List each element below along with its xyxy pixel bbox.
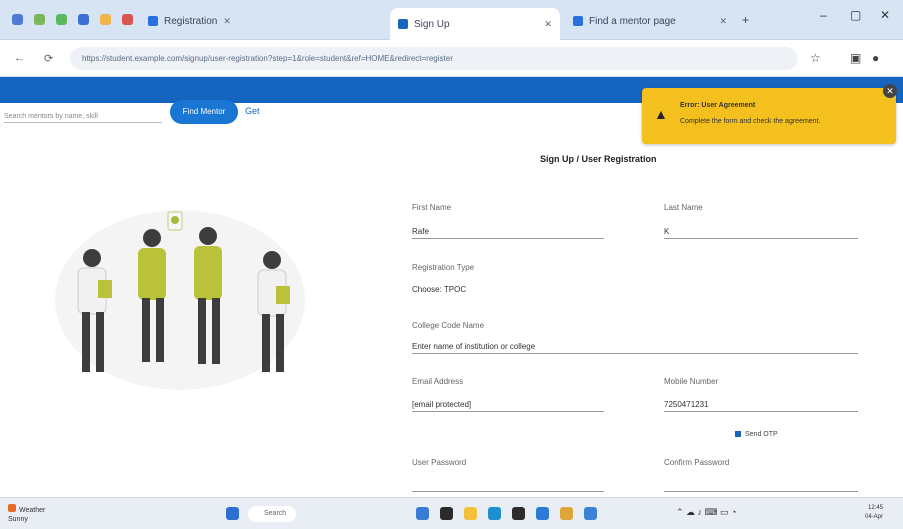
tab-icon[interactable] xyxy=(56,14,67,25)
app-icon[interactable] xyxy=(12,14,23,25)
mobile-field[interactable]: 7250471231 xyxy=(664,398,858,412)
minimize-button[interactable]: – xyxy=(820,8,827,22)
chrome-icon[interactable] xyxy=(560,507,573,520)
maximize-button[interactable]: ▢ xyxy=(850,8,861,22)
weather-icon xyxy=(8,504,16,512)
password-label: User Password xyxy=(412,458,467,467)
first-name-label: First Name xyxy=(412,203,452,212)
address-bar: ← ⟳ https://student.example.com/signup/u… xyxy=(0,40,903,77)
last-name-label: Last Name xyxy=(664,203,703,212)
close-icon[interactable]: ✕ xyxy=(544,19,552,30)
tab-favicon-icon xyxy=(573,16,583,26)
new-tab-button[interactable]: + xyxy=(742,13,749,27)
password-field[interactable] xyxy=(412,478,604,492)
clock-date: 04-Apr xyxy=(865,514,884,520)
taskbar: Weather Sunny Search ⌃ ☁ ♪ ⌨ ▭ ◔ 12:45 0… xyxy=(0,497,903,529)
mentor-search-input[interactable]: Search mentors by name, skill xyxy=(4,111,162,123)
clock-time: 12:45 xyxy=(868,505,884,511)
tab-icon[interactable] xyxy=(122,14,133,25)
toast-close-button[interactable]: ✕ xyxy=(883,84,897,98)
app-icon[interactable] xyxy=(536,507,549,520)
tab-favicon-icon xyxy=(148,16,158,26)
tab-registration[interactable]: Registration ✕ xyxy=(140,6,290,36)
system-tray-icons[interactable]: ⌃ ☁ ♪ ⌨ ▭ ◔ xyxy=(676,507,736,518)
send-otp-label: Send OTP xyxy=(745,431,778,438)
extensions-icon[interactable]: ▣ xyxy=(850,51,861,65)
college-label: College Code Name xyxy=(412,321,485,330)
start-icon[interactable] xyxy=(226,507,239,520)
confirm-password-label: Confirm Password xyxy=(664,458,730,467)
email-field[interactable]: [email protected] xyxy=(412,398,604,412)
college-field[interactable]: Enter name of institution or college xyxy=(412,340,858,354)
get-link[interactable]: Get xyxy=(245,106,260,116)
toast-message: Complete the form and check the agreemen… xyxy=(680,118,821,125)
browser-tabbar: Registration ✕ Sign Up ✕ Find a mentor p… xyxy=(0,0,903,40)
close-icon[interactable]: ✕ xyxy=(223,16,231,27)
taskbar-clock[interactable]: 12:45 04-Apr xyxy=(865,504,883,522)
tab-label: Sign Up xyxy=(414,18,450,30)
warning-toast: ▲ Error: User Agreement Complete the for… xyxy=(642,88,896,144)
send-otp-checkbox[interactable]: Send OTP xyxy=(735,431,778,438)
app-icon[interactable] xyxy=(512,507,525,520)
registration-type-select[interactable]: Choose: TPOC xyxy=(412,283,858,297)
email-label: Email Address xyxy=(412,377,464,386)
confirm-password-field[interactable] xyxy=(664,478,858,492)
first-name-field[interactable]: Rafe xyxy=(412,225,604,239)
workspace-icon[interactable] xyxy=(34,14,45,25)
back-icon[interactable]: ← xyxy=(14,52,25,64)
weather-title: Weather xyxy=(19,507,46,514)
tab-sign-up[interactable]: Sign Up ✕ xyxy=(390,8,560,40)
team-illustration xyxy=(55,210,305,390)
warning-icon: ▲ xyxy=(654,106,668,122)
last-name-field[interactable]: K xyxy=(664,225,858,239)
tab-label: Registration xyxy=(164,15,218,27)
tab-label: Find a mentor page xyxy=(589,15,676,27)
weather-status: Sunny xyxy=(8,516,28,523)
checkbox-icon xyxy=(735,431,741,438)
close-icon[interactable]: ✕ xyxy=(719,16,727,27)
find-mentor-button[interactable]: Find Mentor xyxy=(170,100,238,124)
form-title: Sign Up / User Registration xyxy=(540,154,657,164)
tab-icon[interactable] xyxy=(78,14,89,25)
app-icon[interactable] xyxy=(416,507,429,520)
edge-icon[interactable] xyxy=(488,507,501,520)
toast-title: Error: User Agreement xyxy=(680,102,756,109)
reload-icon[interactable]: ⟳ xyxy=(44,52,53,65)
tab-favicon-icon xyxy=(398,19,408,29)
bookmark-star-icon[interactable]: ☆ xyxy=(810,51,821,65)
tab-find-mentor[interactable]: Find a mentor page ✕ xyxy=(565,6,735,36)
registration-type-label: Registration Type xyxy=(412,263,475,272)
close-window-button[interactable]: ✕ xyxy=(880,8,890,22)
taskbar-search[interactable]: Search xyxy=(248,506,296,522)
mobile-label: Mobile Number xyxy=(664,377,719,386)
folder-icon[interactable] xyxy=(464,507,477,520)
weather-widget[interactable]: Weather Sunny xyxy=(8,504,45,524)
url-input[interactable]: https://student.example.com/signup/user-… xyxy=(70,47,798,70)
app-icon[interactable] xyxy=(440,507,453,520)
profile-avatar-icon[interactable]: ● xyxy=(872,51,879,65)
app-icon[interactable] xyxy=(584,507,597,520)
tab-icon[interactable] xyxy=(100,14,111,25)
